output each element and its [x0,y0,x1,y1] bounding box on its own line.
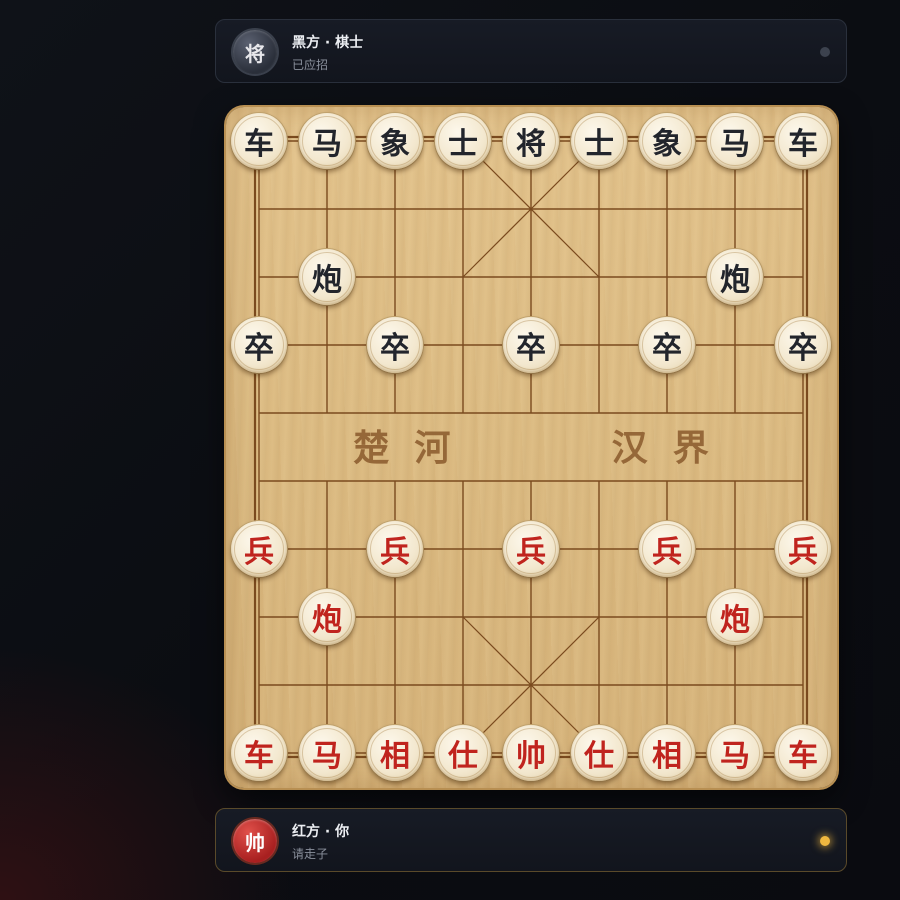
red-piece[interactable]: 兵 [639,521,695,577]
red-piece[interactable]: 炮 [299,589,355,645]
red-piece[interactable]: 相 [639,725,695,781]
black-piece[interactable]: 士 [435,113,491,169]
opponent-turn-indicator [820,47,830,57]
red-piece[interactable]: 仕 [571,725,627,781]
red-piece[interactable]: 兵 [503,521,559,577]
opponent-status: 已应招 [292,58,329,72]
black-piece[interactable]: 卒 [367,317,423,373]
black-piece[interactable]: 卒 [639,317,695,373]
black-piece[interactable]: 炮 [299,249,355,305]
red-piece[interactable]: 马 [299,725,355,781]
opponent-card: 将 黑方 · 棋士 已应招 [215,19,847,83]
opponent-name: 黑方 · 棋士 [292,35,364,51]
red-piece[interactable]: 仕 [435,725,491,781]
black-piece[interactable]: 象 [639,113,695,169]
black-piece[interactable]: 卒 [775,317,831,373]
red-piece[interactable]: 兵 [367,521,423,577]
player-card: 帅 红方 · 你 请走子 [215,808,847,872]
player-name: 红方 · 你 [292,824,350,840]
xiangqi-board[interactable]: 楚 河汉 界 车马象士将士象马车炮炮卒卒卒卒卒兵兵兵兵兵炮炮车马相仕帅仕相马车 [226,107,837,788]
black-piece[interactable]: 炮 [707,249,763,305]
black-piece[interactable]: 将 [503,113,559,169]
black-piece[interactable]: 车 [231,113,287,169]
black-piece[interactable]: 车 [775,113,831,169]
black-piece[interactable]: 马 [299,113,355,169]
river-label-han: 汉 界 [612,427,709,469]
opponent-avatar: 将 [233,30,277,74]
river-label-chu: 楚 河 [353,427,450,469]
red-piece[interactable]: 马 [707,725,763,781]
red-piece[interactable]: 车 [775,725,831,781]
red-piece[interactable]: 帅 [503,725,559,781]
red-piece[interactable]: 车 [231,725,287,781]
red-piece[interactable]: 兵 [231,521,287,577]
black-piece[interactable]: 象 [367,113,423,169]
black-piece[interactable]: 马 [707,113,763,169]
black-piece[interactable]: 卒 [503,317,559,373]
black-piece[interactable]: 士 [571,113,627,169]
board-grid: 楚 河汉 界 [253,135,809,759]
player-status: 请走子 [292,847,329,861]
player-avatar: 帅 [233,819,277,863]
red-piece[interactable]: 炮 [707,589,763,645]
red-piece[interactable]: 兵 [775,521,831,577]
player-turn-indicator [820,836,830,846]
black-piece[interactable]: 卒 [231,317,287,373]
red-piece[interactable]: 相 [367,725,423,781]
